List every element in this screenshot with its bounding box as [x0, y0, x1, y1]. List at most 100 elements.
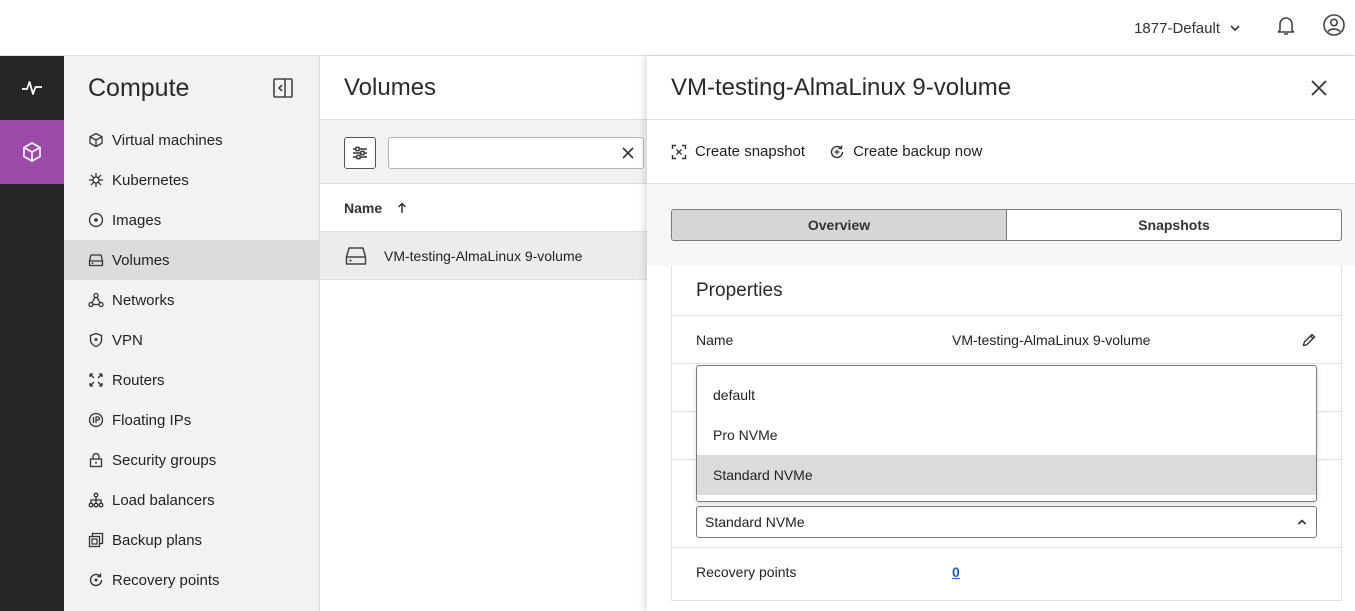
sidebar-title: Compute [88, 73, 190, 102]
sidebar-item-images[interactable]: Images [64, 200, 319, 240]
edit-name-button[interactable] [1301, 332, 1317, 348]
volume-type-value: Standard NVMe [705, 514, 805, 530]
sidebar-item-floating-ips[interactable]: Floating IPs [64, 400, 319, 440]
volume-type-select[interactable]: Standard NVMe [696, 506, 1317, 538]
column-header-name[interactable]: Name [320, 184, 647, 232]
sidebar-item-label: Virtual machines [112, 131, 223, 149]
detail-title: VM-testing-AlmaLinux 9-volume [671, 73, 1012, 101]
sidebar-item-label: Backup plans [112, 531, 203, 549]
table-row[interactable]: VM-testing-AlmaLinux 9-volume [320, 232, 647, 280]
sliders-icon [353, 146, 367, 160]
volume-detail-panel: VM-testing-AlmaLinux 9-volume Create sna… [647, 56, 1355, 611]
sidebar-item-backup-plans[interactable]: Backup plans [64, 520, 319, 560]
chevron-down-icon [1230, 25, 1240, 32]
sidebar-item-label: VPN [112, 331, 143, 349]
detail-tabs: Overview Snapshots [671, 209, 1342, 241]
helm-icon [89, 173, 103, 187]
app-rail [0, 56, 64, 611]
close-icon [622, 147, 634, 159]
sidebar-item-label: Load balancers [112, 491, 215, 509]
drive-icon [345, 246, 367, 265]
sidebar-item-label: Kubernetes [112, 171, 189, 189]
dropdown-option-standard-nvme[interactable]: Standard NVMe [697, 455, 1316, 495]
sidebar-item-label: Security groups [112, 451, 217, 469]
list-toolbar [320, 120, 647, 184]
sidebar-item-volumes[interactable]: Volumes [64, 240, 319, 280]
rail-item-monitoring[interactable] [0, 56, 64, 120]
clear-search-button[interactable] [619, 144, 637, 162]
sidebar-header: Compute [64, 56, 319, 120]
sidebar-item-label: Routers [112, 371, 165, 389]
dropdown-option-default[interactable]: default [697, 375, 1316, 415]
project-name: 1877-Default [1134, 19, 1220, 37]
sidebar-item-networks[interactable]: Networks [64, 280, 319, 320]
cube-icon [23, 142, 41, 162]
create-backup-label: Create backup now [853, 143, 983, 160]
lock-icon [89, 452, 103, 468]
network-icon [88, 292, 104, 308]
pencil-icon [1302, 333, 1316, 347]
property-row-recovery-points: Recovery points 0 [672, 548, 1341, 596]
page-title: Volumes [320, 56, 647, 120]
sort-ascending-icon [398, 201, 407, 213]
shield-icon [89, 332, 103, 348]
snapshot-icon [671, 144, 687, 159]
create-snapshot-button[interactable]: Create snapshot [671, 143, 805, 160]
create-backup-button[interactable]: Create backup now [829, 143, 982, 160]
recovery-points-link[interactable]: 0 [952, 564, 960, 580]
create-snapshot-label: Create snapshot [695, 143, 806, 160]
tabs-area: Overview Snapshots [647, 184, 1355, 266]
property-key: Name [696, 331, 734, 348]
project-selector[interactable]: 1877-Default [1134, 15, 1242, 41]
collapse-panel-icon [273, 78, 293, 98]
dropdown-option-pro-nvme[interactable]: Pro NVMe [697, 415, 1316, 455]
sidebar-item-load-balancers[interactable]: Load balancers [64, 480, 319, 520]
property-value: VM-testing-AlmaLinux 9-volume [952, 331, 1151, 348]
sidebar-item-label: Networks [112, 291, 175, 309]
filter-button[interactable] [344, 137, 376, 169]
sidebar-item-vpn[interactable]: VPN [64, 320, 319, 360]
recovery-icon [89, 573, 103, 587]
sidebar-item-routers[interactable]: Routers [64, 360, 319, 400]
router-icon [89, 373, 103, 387]
bell-icon [1277, 17, 1295, 35]
sidebar-item-kubernetes[interactable]: Kubernetes [64, 160, 319, 200]
balancer-icon [88, 492, 104, 508]
chevron-up-icon [1297, 519, 1307, 525]
close-icon [1311, 79, 1327, 96]
sidebar-item-label: Floating IPs [112, 411, 192, 429]
cube-icon [89, 132, 103, 148]
tab-overview[interactable]: Overview [672, 210, 1007, 240]
volumes-list-panel: Volumes Name VM-testing-AlmaLinux 9-volu… [320, 56, 647, 611]
sidebar-item-security-groups[interactable]: Security groups [64, 440, 319, 480]
property-row-name: Name VM-testing-AlmaLinux 9-volume [672, 316, 1341, 364]
column-header-label: Name [344, 199, 383, 216]
tab-snapshots[interactable]: Snapshots [1007, 210, 1341, 240]
sidebar-item-label: Volumes [112, 251, 170, 269]
volume-type-dropdown: default Pro NVMe Standard NVMe [696, 365, 1317, 502]
detail-header: VM-testing-AlmaLinux 9-volume [647, 56, 1355, 120]
sidebar-item-recovery-points[interactable]: Recovery points [64, 560, 319, 600]
volume-name: VM-testing-AlmaLinux 9-volume [384, 247, 583, 264]
pulse-icon [22, 81, 42, 95]
user-icon [1323, 14, 1345, 36]
sidebar-item-virtual-machines[interactable]: Virtual machines [64, 120, 319, 160]
properties-title: Properties [672, 266, 1341, 316]
detail-actions: Create snapshot Create backup now [647, 120, 1355, 184]
ip-icon [88, 412, 104, 428]
backup-now-icon [830, 145, 844, 158]
close-panel-button[interactable] [1307, 76, 1331, 100]
property-key: Recovery points [696, 564, 797, 580]
user-menu-button[interactable] [1321, 12, 1347, 38]
disc-icon [88, 212, 104, 228]
sidebar-item-label: Images [112, 211, 162, 229]
notifications-button[interactable] [1273, 12, 1299, 38]
sidebar: Compute Virtual machines Kubernetes Imag… [64, 56, 320, 611]
drive-icon [88, 254, 104, 267]
search-input[interactable] [388, 137, 644, 169]
sidebar-item-label: Recovery points [112, 571, 220, 589]
backup-icon [88, 532, 104, 548]
rail-item-compute[interactable] [0, 120, 64, 184]
collapse-sidebar-button[interactable] [271, 76, 295, 100]
top-bar: 1877-Default [0, 0, 1355, 56]
